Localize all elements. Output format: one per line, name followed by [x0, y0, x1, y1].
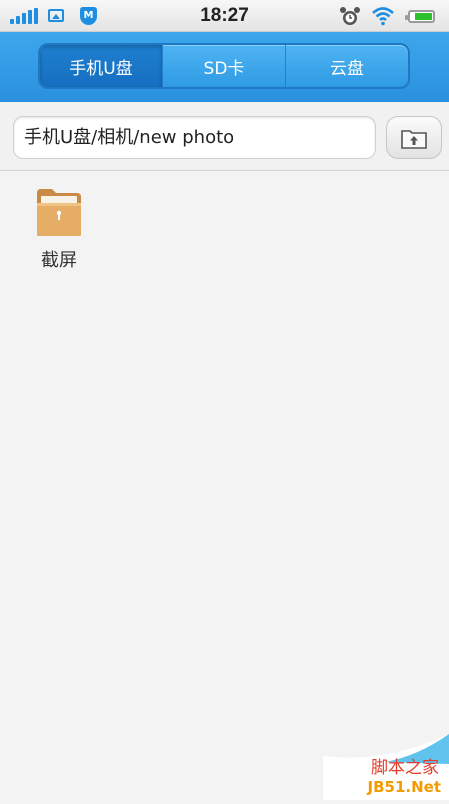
watermark-domain: JB51.Net [367, 778, 441, 796]
path-field[interactable]: 手机U盘/相机/new photo [13, 116, 376, 159]
watermark-logo: 脚本之家 JB51.Net [323, 734, 449, 800]
folder-icon [37, 189, 81, 236]
folder-up-icon [401, 129, 427, 149]
folder-name: 截屏 [41, 250, 77, 271]
tab-phone-storage[interactable]: 手机U盘 [40, 45, 162, 87]
tab-sd-card[interactable]: SD卡 [162, 45, 285, 87]
watermark-text: 脚本之家 [371, 758, 439, 778]
storage-tabs: 手机U盘 SD卡 云盘 [38, 43, 410, 89]
tab-cloud-disk[interactable]: 云盘 [285, 45, 408, 87]
header: 手机U盘 SD卡 云盘 [0, 32, 449, 102]
alarm-icon [340, 7, 360, 25]
status-bar: M 18:27 [0, 0, 449, 32]
battery-icon [405, 10, 435, 23]
wifi-icon [372, 7, 394, 26]
folder-item[interactable]: 截屏 [30, 186, 88, 272]
path-bar: 手机U盘/相机/new photo [0, 102, 449, 171]
parent-folder-button[interactable] [386, 116, 442, 159]
